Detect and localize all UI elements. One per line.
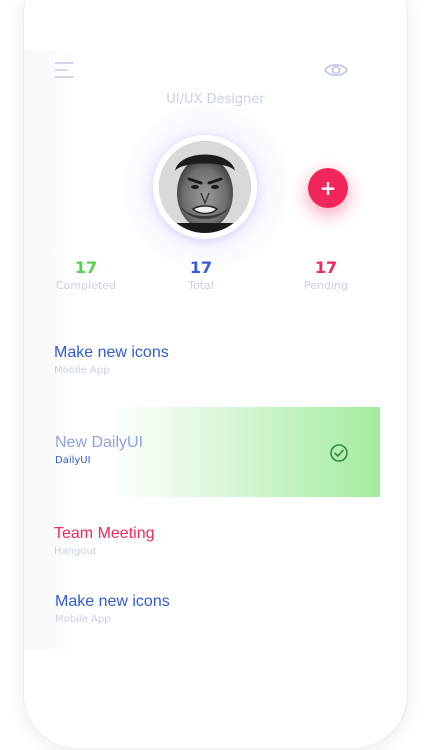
user-avatar[interactable] xyxy=(159,141,251,233)
task-subtitle: Mobile App xyxy=(55,614,111,625)
plus-icon: + xyxy=(319,176,337,200)
stat-label: Completed xyxy=(56,279,116,292)
screen: UI/UX Designer xyxy=(0,0,429,750)
task-subtitle: Hangout xyxy=(54,546,97,557)
stat-pending: 17 Pending xyxy=(276,258,376,292)
task-item-completed[interactable]: New DailyUI DailyUI xyxy=(55,434,143,466)
stat-value: 17 xyxy=(314,258,338,277)
task-subtitle: DailyUI xyxy=(55,455,91,466)
stat-value: 17 xyxy=(189,258,213,277)
hamburger-menu-icon[interactable] xyxy=(55,61,75,81)
add-task-button[interactable]: + xyxy=(308,168,348,208)
stat-label: Pending xyxy=(304,279,348,292)
check-circle-icon[interactable] xyxy=(329,443,349,463)
stat-label: Total xyxy=(188,279,214,292)
task-title: Make new icons xyxy=(54,344,169,361)
task-title: Team Meeting xyxy=(54,525,155,542)
stat-total: 17 Total xyxy=(151,258,251,292)
task-subtitle: Mobile App xyxy=(54,365,110,376)
task-title: New DailyUI xyxy=(55,434,144,451)
task-item[interactable]: Make new icons Mobile App xyxy=(54,344,169,376)
phone-frame: UI/UX Designer xyxy=(24,0,407,748)
task-item[interactable]: Make new icons Mobile App xyxy=(55,593,170,625)
task-item[interactable]: Team Meeting Hangout xyxy=(54,525,155,557)
stat-completed: 17 Completed xyxy=(36,258,136,292)
eye-icon[interactable] xyxy=(324,59,348,81)
task-title: Make new icons xyxy=(55,593,170,610)
stat-value: 17 xyxy=(74,258,98,277)
